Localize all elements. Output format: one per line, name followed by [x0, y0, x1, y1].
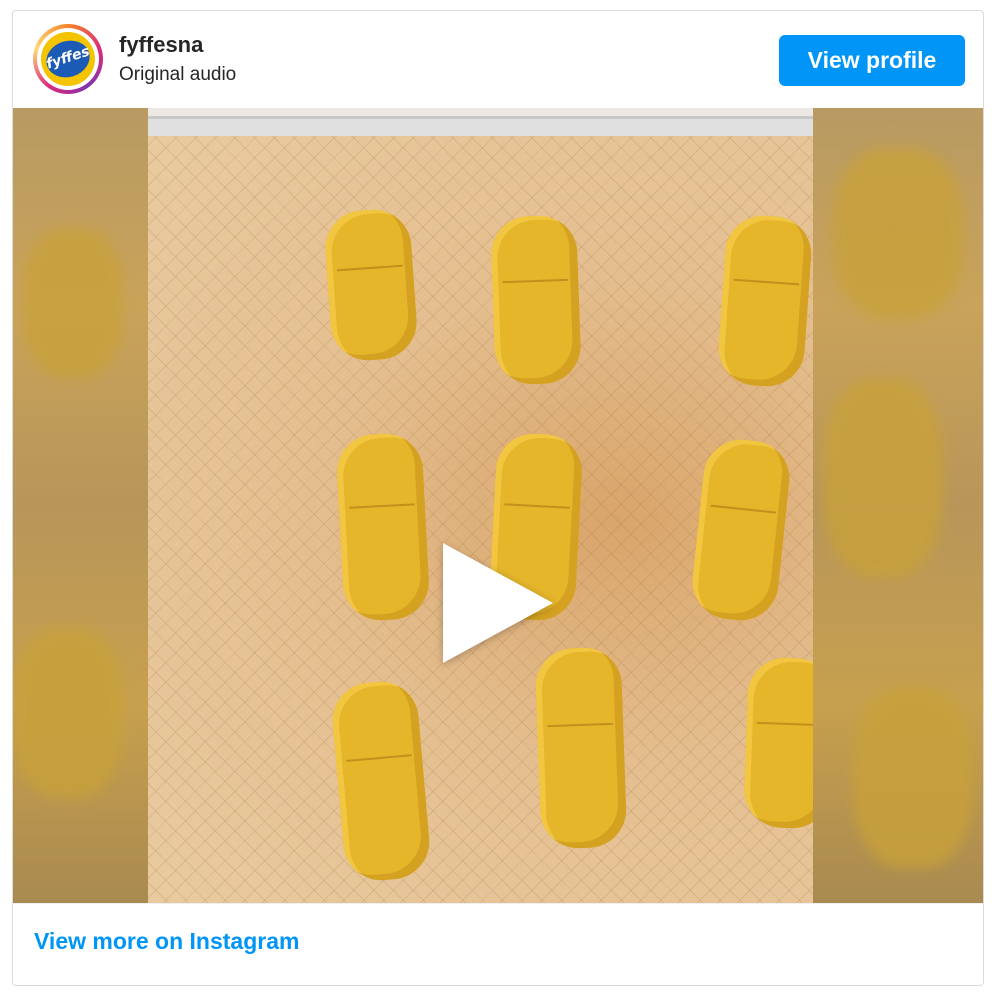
blurred-shape [853, 688, 973, 868]
post-header: fyffes fyffesna Original audio View prof… [13, 11, 983, 108]
blurred-shape [13, 628, 123, 798]
blurred-shape [833, 148, 963, 318]
blurred-background-right [813, 108, 983, 903]
pastry-roll [716, 213, 814, 389]
blurred-shape [823, 378, 943, 578]
audio-label[interactable]: Original audio [119, 64, 236, 86]
pastry-roll [534, 646, 628, 850]
blurred-shape [23, 228, 123, 378]
username[interactable]: fyffesna [119, 32, 203, 58]
pastry-roll [322, 207, 420, 363]
avatar[interactable]: fyffes [33, 24, 103, 94]
instagram-embed-card: fyffes fyffesna Original audio View prof… [12, 10, 984, 986]
fyffes-logo: fyffes [41, 32, 95, 86]
video-frame[interactable] [148, 108, 817, 903]
blurred-background-left [13, 108, 148, 903]
view-more-on-instagram-link[interactable]: View more on Instagram [34, 928, 299, 955]
pastry-roll [743, 656, 817, 830]
view-profile-button[interactable]: View profile [779, 35, 965, 86]
post-footer: View more on Instagram [13, 903, 983, 985]
pastry-roll [335, 431, 431, 623]
play-icon[interactable] [443, 543, 553, 663]
pastry-roll [329, 678, 433, 884]
video-media[interactable] [13, 108, 983, 903]
avatar-frame: fyffes [37, 28, 99, 90]
pastry-roll [490, 214, 582, 386]
